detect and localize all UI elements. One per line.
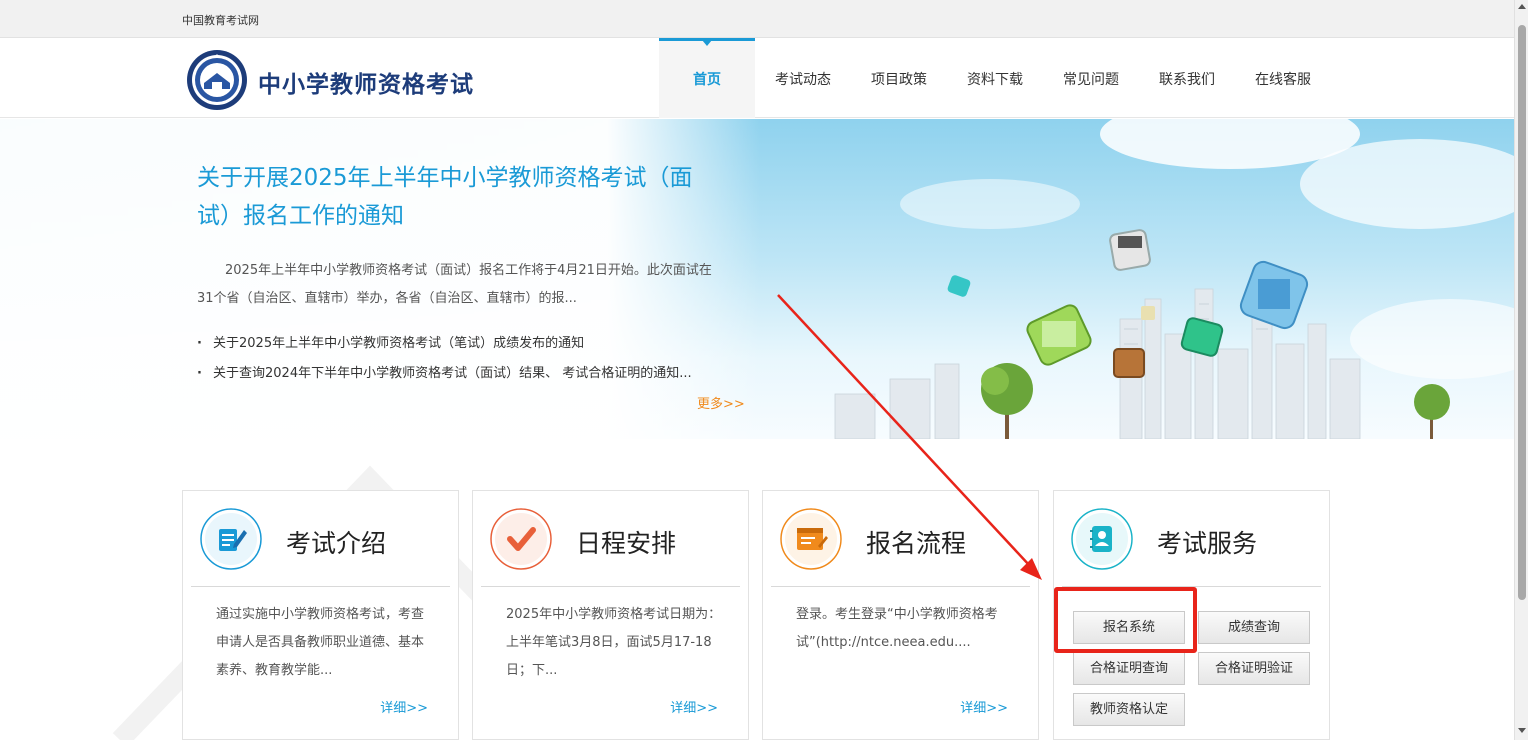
card-title: 考试介绍 — [286, 529, 387, 558]
card-detail-link[interactable]: 详细>> — [960, 697, 1008, 716]
banner-summary: 2025年上半年中小学教师资格考试（面试）报名工作将于4月21日开始。此次面试在… — [197, 263, 712, 306]
card-desc: 登录。考生登录“中小学教师资格考试”(http://ntce.neea.edu.… — [796, 607, 998, 650]
score-query-button[interactable]: 成绩查询 — [1198, 611, 1310, 644]
nav-home[interactable]: 首页 — [659, 38, 755, 118]
card-detail-link[interactable]: 详细>> — [380, 697, 428, 716]
logo-emblem-icon[interactable] — [186, 49, 248, 111]
scroll-down-icon[interactable] — [1518, 728, 1526, 733]
banner-illustration-icon — [834, 229, 1450, 439]
nav-faq[interactable]: 常见问题 — [1043, 38, 1139, 118]
contact-book-icon — [1071, 508, 1133, 570]
banner-headline-link[interactable]: 关于开展2025年上半年中小学教师资格考试（面试）报名工作的通知 — [197, 159, 727, 235]
card-title: 日程安排 — [576, 529, 677, 558]
more-news-link[interactable]: 更多>> — [697, 393, 745, 412]
page-scrollbar[interactable] — [1514, 0, 1528, 740]
certificate-verify-button[interactable]: 合格证明验证 — [1198, 652, 1310, 685]
nav-downloads[interactable]: 资料下载 — [947, 38, 1043, 118]
news-item[interactable]: 关于2025年上半年中小学教师资格考试（笔试）成绩发布的通知 — [197, 329, 737, 359]
document-edit-icon — [200, 508, 262, 570]
site-name-link[interactable]: 中国教育考试网 — [182, 12, 259, 28]
highlight-box — [1054, 587, 1197, 653]
nav-online-service[interactable]: 在线客服 — [1235, 38, 1331, 118]
scroll-up-icon[interactable] — [1518, 4, 1526, 9]
hero-banner: 关于开展2025年上半年中小学教师资格考试（面试）报名工作的通知 2025年上半… — [0, 119, 1514, 439]
banner-news-list: 关于2025年上半年中小学教师资格考试（笔试）成绩发布的通知 关于查询2024年… — [197, 329, 737, 389]
card-title: 考试服务 — [1157, 529, 1258, 558]
card-desc: 2025年中小学教师资格考试日期为：上半年笔试3月8日，面试5月17-18日；下… — [506, 607, 722, 678]
nav-exam-news[interactable]: 考试动态 — [755, 38, 851, 118]
nav-contact[interactable]: 联系我们 — [1139, 38, 1235, 118]
form-list-icon — [780, 508, 842, 570]
card-exam-intro: 考试介绍 通过实施中小学教师资格考试，考查申请人是否具备教师职业道德、基本素养、… — [182, 490, 459, 740]
card-schedule: 日程安排 2025年中小学教师资格考试日期为：上半年笔试3月8日，面试5月17-… — [472, 490, 749, 740]
nav-policy[interactable]: 项目政策 — [851, 38, 947, 118]
card-registration-process: 报名流程 登录。考生登录“中小学教师资格考试”(http://ntce.neea… — [762, 490, 1039, 740]
certificate-query-button[interactable]: 合格证明查询 — [1073, 652, 1185, 685]
card-desc: 通过实施中小学教师资格考试，考查申请人是否具备教师职业道德、基本素养、教育教学能… — [216, 607, 425, 678]
top-bar: 中国教育考试网 — [0, 0, 1514, 38]
card-detail-link[interactable]: 详细>> — [670, 697, 718, 716]
teacher-qualification-button[interactable]: 教师资格认定 — [1073, 693, 1185, 726]
logo-title[interactable]: 中小学教师资格考试 — [258, 65, 474, 99]
main-nav: 首页 考试动态 项目政策 资料下载 常见问题 联系我们 在线客服 — [659, 38, 1331, 118]
card-title: 报名流程 — [866, 529, 967, 558]
checkmark-icon — [490, 508, 552, 570]
news-item[interactable]: 关于查询2024年下半年中小学教师资格考试（面试）结果、 考试合格证明的通知..… — [197, 359, 737, 389]
header: 中小学教师资格考试 首页 考试动态 项目政策 资料下载 常见问题 联系我们 在线… — [0, 38, 1514, 118]
scroll-thumb[interactable] — [1518, 25, 1526, 600]
